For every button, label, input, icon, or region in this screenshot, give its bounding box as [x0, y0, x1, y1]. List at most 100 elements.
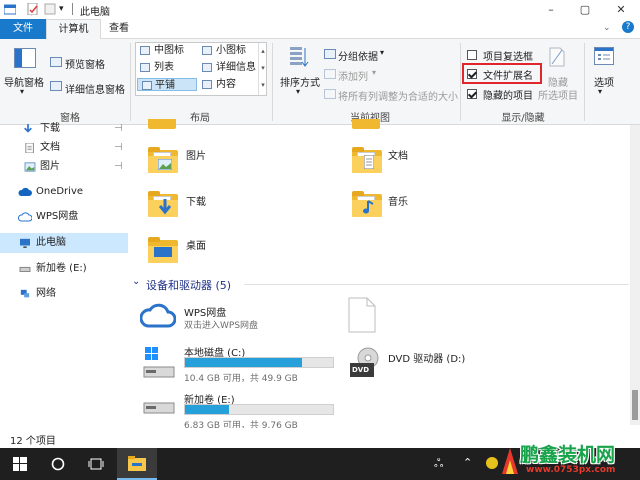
- vertical-scrollbar[interactable]: [630, 125, 640, 425]
- layout-tiles[interactable]: 平铺: [137, 78, 197, 91]
- title-separator: [72, 3, 73, 15]
- tab-computer[interactable]: 计算机: [46, 19, 101, 40]
- hidden-items-checkbox[interactable]: [467, 89, 477, 99]
- add-column-dropdown-icon[interactable]: ▾: [372, 68, 376, 77]
- desktop-folder-icon: [148, 237, 178, 263]
- file-extensions-checkbox[interactable]: [467, 69, 477, 79]
- nav-pane-dropdown-icon[interactable]: ▾: [20, 87, 24, 96]
- add-column-icon: [324, 69, 336, 79]
- group-by-dropdown-icon[interactable]: ▾: [380, 48, 384, 57]
- sidebar-item-onedrive[interactable]: OneDrive: [0, 182, 128, 202]
- device-tile-drive-e[interactable]: 新加卷 (E:) 6.83 GB 可用，共 9.76 GB: [142, 389, 342, 431]
- chevron-down-icon[interactable]: ⌄: [132, 276, 140, 287]
- item-checkboxes-label: 项目复选框: [483, 52, 533, 63]
- device-tile-dvd[interactable]: DVD DVD 驱动器 (D:): [348, 345, 548, 381]
- tab-file[interactable]: 文件: [0, 19, 46, 39]
- ribbon-tab-bar: 文件 计算机 查看 ⌄ ?: [0, 19, 640, 40]
- folder-label: 下载: [186, 197, 206, 208]
- pictures-folder-icon: [148, 147, 178, 173]
- folder-label: 文档: [388, 151, 408, 162]
- task-view-icon: [88, 458, 104, 470]
- new-folder-icon[interactable]: [44, 3, 56, 15]
- search-button[interactable]: [38, 448, 78, 480]
- sidebar-item-drive-e[interactable]: 新加卷 (E:): [0, 259, 128, 279]
- qat-dropdown-icon[interactable]: ▾: [59, 3, 71, 15]
- add-column-button[interactable]: 添加列: [338, 68, 368, 83]
- layout-content[interactable]: 内容: [198, 78, 256, 91]
- scrollbar-thumb[interactable]: [632, 390, 638, 420]
- devices-group-header[interactable]: ⌄ 设备和驱动器 (5): [132, 276, 632, 292]
- layout-gallery: 中图标 小图标 列表 详细信息 平铺 内容 ▴ ▾ ▾: [135, 42, 267, 96]
- window-title: 此电脑: [80, 7, 110, 18]
- close-button[interactable]: ✕: [604, 0, 638, 19]
- sidebar-item-pictures[interactable]: 图片 ⊣: [0, 157, 128, 177]
- network-icon: [20, 289, 30, 298]
- preview-pane-button[interactable]: 预览窗格: [65, 56, 105, 71]
- details-icon: [202, 63, 212, 72]
- sidebar-item-wps-drive[interactable]: WPS网盘: [0, 207, 128, 227]
- tray-chevron-icon[interactable]: ⌃: [463, 456, 472, 469]
- small-icons-icon: [202, 46, 212, 55]
- sort-dropdown-icon[interactable]: ▾: [296, 87, 300, 96]
- hidden-items-label: 隐藏的项目: [483, 91, 533, 102]
- folder-icon: [148, 119, 176, 129]
- help-icon[interactable]: ?: [622, 21, 634, 33]
- folder-tile-pictures[interactable]: 图片: [146, 141, 326, 181]
- details-pane-button[interactable]: 详细信息窗格: [65, 81, 125, 96]
- sidebar-item-label: 下载: [40, 123, 60, 134]
- sidebar-item-label: 图片: [40, 161, 60, 172]
- collapse-ribbon-icon[interactable]: ⌄: [603, 23, 611, 33]
- folder-tile-music[interactable]: 音乐: [350, 185, 530, 225]
- windows-logo-icon: [13, 457, 27, 471]
- group-by-button[interactable]: 分组依据: [338, 48, 378, 63]
- minimize-button[interactable]: –: [534, 0, 568, 19]
- sidebar-item-network[interactable]: 网络: [0, 284, 128, 304]
- folder-tile-documents[interactable]: 文档: [350, 141, 530, 181]
- file-explorer-taskbar-button[interactable]: [117, 448, 157, 480]
- options-dropdown-icon[interactable]: ▾: [598, 87, 602, 96]
- task-view-button[interactable]: [76, 448, 116, 480]
- documents-folder-icon: [352, 147, 382, 173]
- wps-cloud-icon: [18, 212, 32, 222]
- sidebar-item-label: OneDrive: [36, 186, 84, 197]
- sidebar-item-this-pc[interactable]: 此电脑: [0, 233, 128, 253]
- windows-drive-icon: [143, 347, 175, 378]
- explorer-icon[interactable]: [3, 3, 17, 15]
- tray-app-icon[interactable]: [486, 457, 498, 469]
- options-button[interactable]: 选项: [594, 74, 614, 89]
- watermark-brand: 鹏鑫装机网: [520, 444, 616, 466]
- device-name: WPS网盘: [184, 308, 227, 319]
- sort-by-icon: [289, 46, 309, 68]
- downloads-folder-icon: [148, 191, 178, 217]
- folder-tile-desktop[interactable]: 桌面: [146, 231, 326, 271]
- properties-icon[interactable]: [27, 2, 39, 16]
- item-checkboxes-checkbox[interactable]: [467, 50, 477, 60]
- size-all-columns-button[interactable]: 将所有列调整为合适的大小: [338, 88, 458, 103]
- size-columns-icon: [324, 89, 336, 99]
- layout-list[interactable]: 列表: [136, 61, 198, 74]
- device-name: DVD 驱动器 (D:): [388, 354, 466, 365]
- navigation-pane-icon[interactable]: [14, 48, 36, 68]
- sidebar-item-documents[interactable]: 文档 ⊣: [0, 138, 128, 158]
- folder-label: 桌面: [186, 241, 206, 252]
- drive-icon: [143, 402, 175, 414]
- device-tile-wps-drive[interactable]: WPS网盘 双击进入WPS网盘: [140, 298, 340, 334]
- folder-tile-downloads[interactable]: 下载: [146, 185, 326, 225]
- layout-small-icons[interactable]: 小图标: [198, 44, 256, 57]
- unknown-device-icon[interactable]: [348, 297, 378, 335]
- sidebar-item-downloads[interactable]: 下载 ⊣: [0, 119, 128, 139]
- sidebar-item-label: WPS网盘: [36, 211, 79, 222]
- layout-scroll-icon[interactable]: ▴ ▾ ▾: [258, 43, 267, 95]
- drive-e-usage-bar: [184, 404, 334, 415]
- device-tile-drive-c[interactable]: 本地磁盘 (C:) 10.4 GB 可用，共 49.9 GB: [142, 343, 342, 384]
- document-icon: [25, 143, 34, 153]
- layout-medium-icons[interactable]: 中图标: [136, 44, 198, 57]
- people-icon[interactable]: ஃ: [434, 456, 443, 472]
- ribbon-separator: [584, 43, 585, 121]
- maximize-button[interactable]: ▢: [568, 0, 602, 19]
- tab-view[interactable]: 查看: [101, 19, 137, 39]
- start-button[interactable]: [0, 448, 40, 480]
- details-pane-icon: [50, 81, 62, 91]
- cloud-icon: [18, 187, 32, 196]
- layout-details[interactable]: 详细信息: [198, 61, 256, 74]
